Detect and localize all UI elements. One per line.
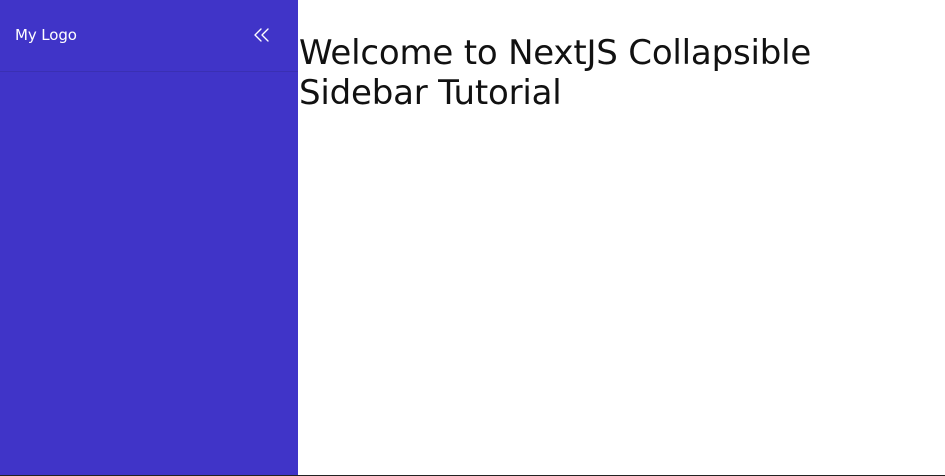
page-title: Welcome to NextJS Collapsible Sidebar Tu…	[299, 33, 812, 113]
chevrons-left-icon	[254, 28, 269, 42]
logo[interactable]: My Logo	[15, 25, 77, 45]
sidebar-header: My Logo	[0, 0, 298, 72]
collapse-sidebar-button[interactable]	[251, 24, 273, 46]
sidebar: My Logo	[0, 0, 298, 475]
main-content: Welcome to NextJS Collapsible Sidebar Tu…	[299, 0, 945, 475]
